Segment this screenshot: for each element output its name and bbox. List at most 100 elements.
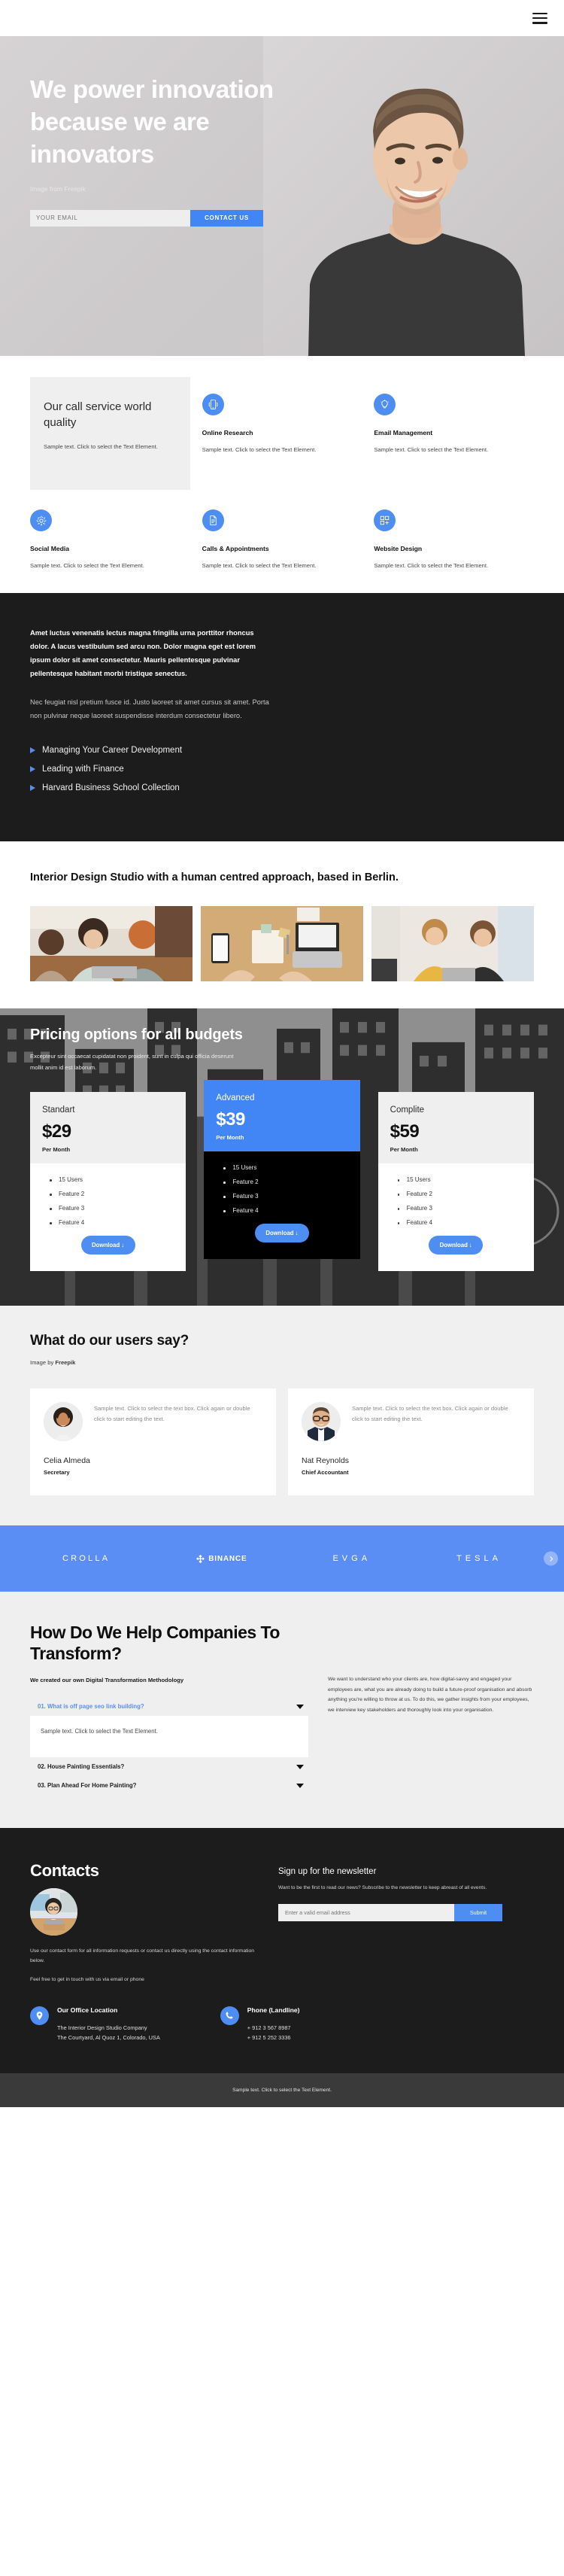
plan-download-button[interactable]: Download ↓ (80, 1236, 135, 1255)
pricing-plans: Standart $29 Per Month 15 Users Feature … (30, 1080, 534, 1272)
landing-page: We power innovation because we are innov… (0, 0, 564, 2107)
logo-evga[interactable]: EVGA (332, 1554, 371, 1563)
plan-feature: Feature 3 (42, 1205, 174, 1212)
plan-feature: Feature 3 (216, 1193, 347, 1200)
testimonial-role: Secretary (44, 1469, 70, 1477)
gear-icon (30, 509, 52, 531)
services-section: Our call service world quality Sample te… (0, 356, 564, 594)
phone-block: Phone (Landline) + 912 3 567 8987 + 912 … (220, 2006, 300, 2043)
hero-title: We power innovation because we are innov… (30, 75, 274, 168)
services-promo-card: Our call service world quality Sample te… (30, 377, 190, 490)
studio-section: Interior Design Studio with a human cent… (0, 841, 564, 1008)
pricing-title: Pricing options for all budgets (30, 1026, 243, 1043)
woman-at-laptop-avatar (30, 1888, 77, 1936)
plan-feature: Feature 2 (42, 1191, 174, 1197)
phone-line: + 912 3 567 8987 (247, 2024, 291, 2031)
newsletter-title: Sign up for the newsletter (278, 1867, 377, 1877)
testimonials-grid: Sample text. Click to select the text bo… (30, 1388, 534, 1496)
faq-answer: Sample text. Click to select the Text El… (41, 1728, 158, 1735)
plan-feature: Feature 4 (216, 1207, 347, 1214)
list-item[interactable]: Leading with Finance (30, 765, 534, 774)
faq-question-toggle[interactable]: 02. House Painting Essentials? (30, 1757, 308, 1776)
service-text: Sample text. Click to select the Text El… (30, 562, 144, 569)
testimonial-card-nat-reynolds: Sample text. Click to select the text bo… (288, 1388, 534, 1496)
hamburger-menu-icon[interactable] (532, 12, 547, 24)
man-with-glasses-avatar (302, 1402, 341, 1442)
gallery-image-desk-top-view[interactable] (201, 905, 363, 981)
plan-download-button[interactable]: Download ↓ (254, 1224, 309, 1243)
plan-price: $39 (216, 1109, 245, 1130)
service-card-email-management[interactable]: Email Management Sample text. Click to s… (374, 383, 534, 490)
service-card-social-media[interactable]: Social Media Sample text. Click to selec… (30, 490, 190, 570)
testimonial-role: Chief Accountant (302, 1469, 349, 1477)
list-item[interactable]: Managing Your Career Development (30, 746, 534, 755)
plan-feature: 15 Users (42, 1176, 174, 1183)
hero-email-input[interactable] (30, 209, 190, 227)
newsletter-email-input[interactable] (278, 1904, 454, 1922)
plan-feature-list: 15 Users Feature 2 Feature 3 Feature 4 (390, 1176, 522, 1226)
chevron-down-icon (296, 1704, 304, 1709)
gallery-image-team-at-laptop[interactable] (30, 905, 193, 981)
about-sub-paragraph: Nec feugiat nisl pretium fusce id. Justo… (30, 698, 269, 719)
logo-binance[interactable]: BINANCE (196, 1554, 247, 1564)
chevron-right-icon[interactable] (544, 1551, 558, 1566)
service-title: Website Design (374, 545, 423, 552)
testimonial-name: Nat Reynolds (302, 1456, 350, 1466)
about-lead-paragraph: Amet luctus venenatis lectus magna fring… (30, 629, 256, 677)
logo-tesla[interactable]: TESLA (456, 1554, 502, 1563)
hero-contact-us-button[interactable]: CONTACT US (190, 209, 263, 227)
plan-feature: Feature 4 (390, 1219, 522, 1226)
faq-question-toggle[interactable]: 01. What is off page seo link building? (30, 1697, 308, 1716)
service-text: Sample text. Click to select the Text El… (374, 446, 489, 453)
plan-feature: Feature 4 (42, 1219, 174, 1226)
plan-feature: Feature 2 (390, 1191, 522, 1197)
list-item[interactable]: Harvard Business School Collection (30, 783, 534, 792)
service-card-calls-appointments[interactable]: Calls & Appointments Sample text. Click … (202, 490, 362, 570)
bottom-bar-text: Sample text. Click to select the Text El… (232, 2087, 332, 2093)
service-title: Email Management (374, 429, 433, 436)
logo-crolla[interactable]: CROLLA (62, 1554, 110, 1563)
service-title: Social Media (30, 545, 70, 552)
bottom-bar: Sample text. Click to select the Text El… (0, 2073, 564, 2107)
faq-question-toggle[interactable]: 03. Plan Ahead For Home Painting? (30, 1776, 308, 1795)
services-grid: Our call service world quality Sample te… (30, 377, 534, 570)
service-card-website-design[interactable]: Website Design Sample text. Click to sel… (374, 490, 534, 570)
plan-body: 15 Users Feature 2 Feature 3 Feature 4 D… (378, 1163, 534, 1272)
plan-download-button[interactable]: Download ↓ (429, 1236, 484, 1255)
plan-header: Complite $59 Per Month (378, 1092, 534, 1164)
plan-feature: Feature 2 (216, 1179, 347, 1185)
office-line: The Courtyard, Al Quoz 1, Colorado, USA (57, 2034, 160, 2042)
logo-label: BINANCE (208, 1554, 247, 1563)
service-card-online-research[interactable]: Online Research Sample text. Click to se… (202, 383, 362, 490)
hero-section: We power innovation because we are innov… (0, 36, 564, 356)
faq-question: 02. House Painting Essentials? (38, 1763, 125, 1771)
office-location-block: Our Office Location The Interior Design … (30, 2006, 160, 2043)
faq-question: 01. What is off page seo link building? (38, 1703, 144, 1711)
triangle-bullet-icon (30, 766, 35, 773)
plan-price: $59 (390, 1121, 420, 1142)
binance-diamond-icon (196, 1554, 205, 1563)
woman-portrait-avatar (44, 1402, 83, 1442)
phone-icon (220, 2006, 239, 2025)
faq-methodology-label: We created our own Digital Transformatio… (30, 1677, 184, 1684)
plan-body: 15 Users Feature 2 Feature 3 Feature 4 D… (204, 1151, 360, 1260)
newsletter-submit-button[interactable]: Submit (454, 1904, 502, 1922)
about-bullet-list: Managing Your Career Development Leading… (30, 746, 534, 792)
grid-plus-icon (374, 509, 396, 531)
office-line: The Interior Design Studio Company (57, 2024, 147, 2031)
about-dark-section: Amet luctus venenatis lectus magna fring… (0, 593, 564, 842)
pricing-section: Pricing options for all budgets Excepteu… (0, 1008, 564, 1306)
testimonial-card-celia-almeda: Sample text. Click to select the text bo… (30, 1388, 276, 1496)
document-list-icon (202, 509, 224, 531)
triangle-bullet-icon (30, 785, 35, 792)
mobile-phone-icon (202, 394, 224, 415)
plan-body: 15 Users Feature 2 Feature 3 Feature 4 D… (30, 1163, 186, 1272)
bullet-label: Leading with Finance (42, 765, 124, 774)
plan-feature-list: 15 Users Feature 2 Feature 3 Feature 4 (42, 1176, 174, 1226)
office-title: Our Office Location (57, 2006, 118, 2014)
logo-label: CROLLA (62, 1554, 111, 1564)
gallery-image-two-women-talking[interactable] (371, 905, 534, 981)
newsletter-form: Submit (278, 1904, 502, 1922)
hero-image-credit: Image from Freepik (30, 184, 86, 193)
faq-heading: How Do We Help Companies To Transform? (30, 1623, 280, 1664)
